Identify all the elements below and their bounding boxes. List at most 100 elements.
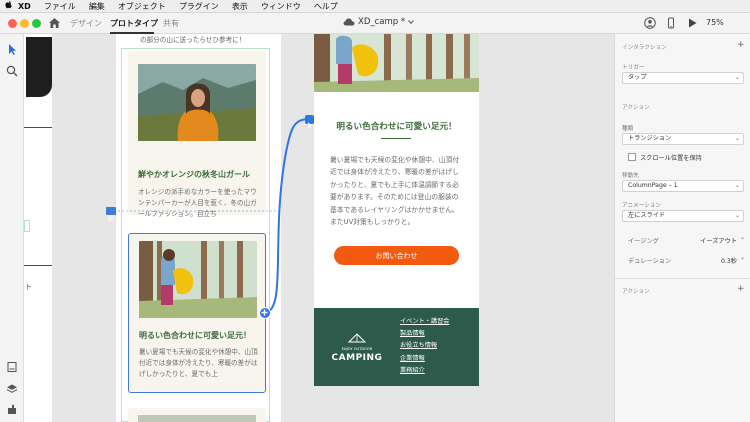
close-window-button[interactable] (8, 19, 17, 28)
chevron-down-icon: ⌄ (740, 234, 746, 241)
chevron-down-icon (408, 20, 415, 24)
easing-label: イージング (628, 238, 659, 245)
camping-logo[interactable]: ENJOY OUTDOOR CAMPING (330, 328, 384, 363)
contact-button[interactable]: お問い合わせ (334, 246, 459, 265)
chevron-down-icon: ⌄ (734, 135, 740, 142)
assets-panel-icon[interactable] (6, 361, 18, 373)
card-photo (138, 415, 256, 422)
wire-target-arrow-icon (305, 115, 314, 129)
article-body: 暑い夏場でも天候の変化や休憩中、山頂付近では身体が冷えたり、寒暖の差がはげしかっ… (330, 156, 460, 227)
trigger-select[interactable]: タップ ⌄ (622, 72, 744, 84)
preserve-scroll-checkbox[interactable] (628, 153, 636, 161)
chevron-down-icon: ⌄ (734, 74, 740, 81)
article-card-3[interactable] (128, 408, 266, 422)
preserve-scroll-label: スクロール位置を保持 (640, 155, 702, 162)
trigger-value: タップ (628, 74, 647, 81)
add-interaction-icon[interactable]: + (737, 40, 745, 50)
layers-panel-icon[interactable] (6, 383, 18, 395)
tab-share[interactable]: 共有 (163, 18, 179, 29)
divider (615, 278, 750, 279)
artboard-partial-left[interactable]: ト (24, 34, 52, 422)
menu-edit[interactable]: 編集 (89, 1, 105, 12)
article-card-1[interactable]: 鮮やかオレンジの秋冬山ガール オレンジの派手めなカラーを使ったマウンテンパーカー… (128, 51, 266, 218)
article-title: 明るい色合わせに可愛い足元！ (336, 122, 457, 132)
menubar: XD ファイル 編集 オブジェクト プラグイン 表示 ウィンドウ ヘルプ (0, 0, 750, 13)
zoom-level[interactable]: 75% (706, 18, 724, 27)
device-preview-icon[interactable] (665, 17, 677, 29)
menu-file[interactable]: ファイル (44, 1, 76, 12)
card-photo-orange-girl (138, 64, 256, 141)
duration-select[interactable]: 0.3秒 (685, 256, 737, 265)
card-photo-forest-girl (139, 241, 257, 318)
select-tool-icon[interactable] (6, 43, 18, 55)
chevron-down-icon: ⌄ (734, 212, 740, 219)
add-action-icon[interactable]: + (737, 284, 745, 294)
tab-design[interactable]: デザイン (70, 18, 102, 29)
action-section-heading: アクション (622, 105, 650, 111)
footer-links: イベント・講習会 製品情報 お役立ち情報 企業情報 業務紹介 (400, 316, 450, 377)
site-footer: ENJOY OUTDOOR CAMPING イベント・講習会 製品情報 お役立ち… (314, 308, 479, 386)
design-canvas[interactable]: ト の部分の山に送ったらせひ参考に！ 鮮やかオレンジの秋冬山ガール オレンジの派… (24, 34, 614, 422)
footer-link[interactable]: 企業情報 (400, 353, 450, 365)
type-label: 種類 (622, 126, 634, 132)
card-title: 明るい色合わせに可愛い足元！ (139, 331, 251, 340)
animation-value: 左にスライド (628, 212, 666, 219)
dark-hero-shape (26, 37, 52, 97)
footer-link[interactable]: お役立ち情報 (400, 340, 450, 352)
animation-label: アニメーション (622, 203, 661, 209)
minimize-window-button[interactable] (20, 19, 29, 28)
hero-photo (314, 34, 479, 92)
intro-text: の部分の山に送ったらせひ参考に！ (140, 36, 246, 44)
menu-window[interactable]: ウィンドウ (261, 1, 301, 12)
maximize-window-button[interactable] (32, 19, 41, 28)
logo-tagline: ENJOY OUTDOOR (341, 347, 373, 351)
user-share-icon[interactable] (644, 17, 656, 29)
title-underline (381, 138, 411, 139)
partial-text-glyph: ト (25, 283, 32, 291)
tab-prototype[interactable]: プロトタイプ (110, 18, 158, 29)
menu-view[interactable]: 表示 (232, 1, 248, 12)
destination-label: 移動先 (622, 173, 639, 179)
chevron-down-icon: ⌄ (734, 182, 740, 189)
footer-link[interactable]: 製品情報 (400, 328, 450, 340)
plugins-panel-icon[interactable] (6, 403, 18, 415)
article-card-2[interactable]: 明るい色合わせに可愛い足元！ 暑い夏場でも天候の変化や休憩中、山頂付近では身体が… (128, 233, 266, 393)
add-interaction-handle-icon[interactable] (259, 307, 271, 319)
connector-handle[interactable] (24, 220, 30, 232)
play-preview-icon[interactable] (686, 17, 698, 29)
artboard-column-page[interactable]: 明るい色合わせに可愛い足元！ 暑い夏場でも天候の変化や休憩中、山頂付近では身体が… (314, 34, 479, 386)
interaction-section-heading: インタラクション (622, 45, 667, 51)
logo-text: CAMPING (331, 353, 383, 363)
tool-sidebar (0, 34, 24, 422)
card-title: 鮮やかオレンジの秋冬山ガール (138, 170, 250, 179)
home-icon[interactable] (48, 17, 61, 29)
footer-link[interactable]: 業務紹介 (400, 365, 450, 377)
trigger-label: トリガー (622, 65, 645, 71)
tent-icon (347, 333, 367, 343)
footer-link[interactable]: イベント・講習会 (400, 316, 450, 328)
menu-help[interactable]: ヘルプ (314, 1, 338, 12)
divider (24, 127, 52, 128)
menu-plugin[interactable]: プラグイン (179, 1, 219, 12)
animation-select[interactable]: 左にスライド ⌄ (622, 210, 744, 222)
easing-select[interactable]: イーズアウト (685, 236, 737, 245)
property-inspector: インタラクション + トリガー タップ ⌄ アクション 種類 トランジション ⌄… (614, 34, 750, 422)
apple-icon[interactable] (0, 0, 18, 12)
divider (24, 265, 52, 266)
destination-select[interactable]: ColumnPage – 1 ⌄ (622, 180, 744, 192)
action-section-heading-2: アクション (622, 289, 650, 295)
chevron-down-icon: ⌄ (740, 254, 746, 261)
card-description: オレンジの派手めなカラーを使ったマウンテンパーカーが人目を惹く、冬の山ガールファ… (138, 188, 257, 218)
action-type-value: トランジション (628, 135, 672, 142)
action-type-select[interactable]: トランジション ⌄ (622, 133, 744, 145)
duration-label: デュレーション (628, 258, 672, 265)
menu-xd[interactable]: XD (18, 2, 31, 11)
titlebar: デザイン プロトタイプ 共有 XD_camp * 75% (0, 13, 750, 34)
cloud-icon (343, 18, 355, 26)
home-flag-icon[interactable] (106, 207, 116, 221)
menu-object[interactable]: オブジェクト (118, 1, 166, 12)
document-title-text: XD_camp * (358, 17, 406, 27)
card-description: 暑い夏場でも天候の変化や休憩中、山頂付近では身体が冷えたり、寒暖の差がはげしかっ… (139, 348, 258, 378)
zoom-tool-icon[interactable] (6, 65, 18, 77)
document-title[interactable]: XD_camp * (343, 17, 415, 27)
